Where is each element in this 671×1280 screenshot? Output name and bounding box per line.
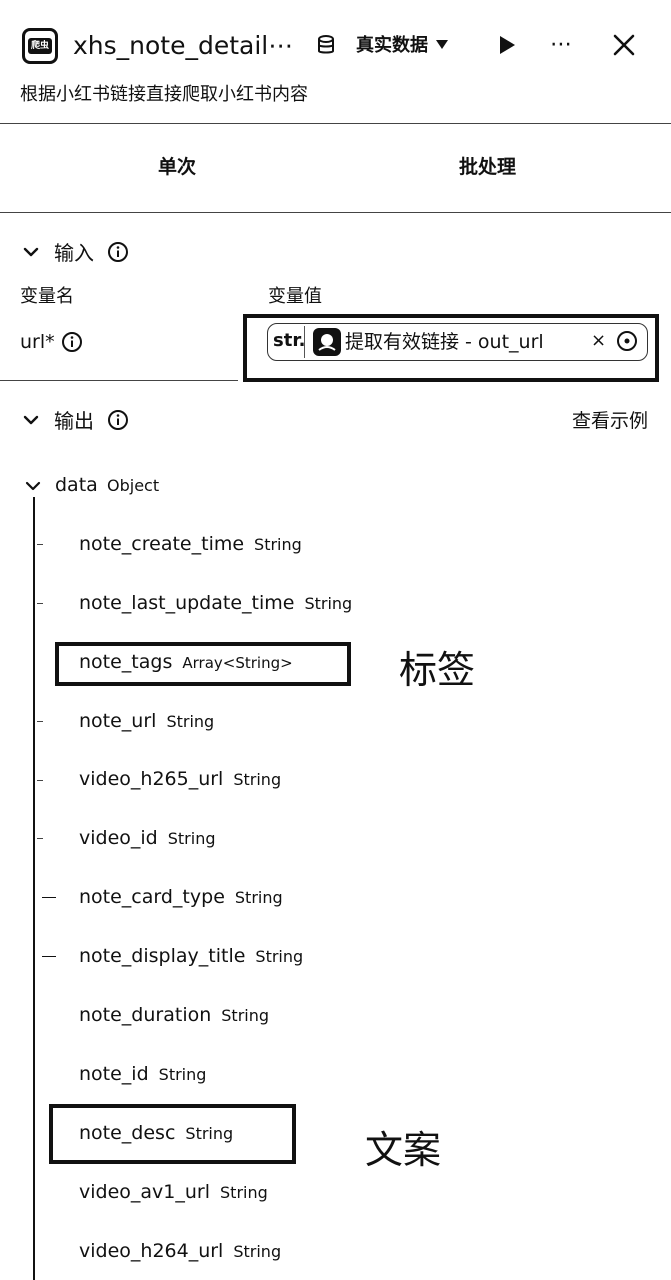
variable-reference: 提取有效链接 - out_url <box>345 331 544 353</box>
chevron-down-icon[interactable] <box>22 411 40 429</box>
field-name: note_url <box>79 710 157 732</box>
annotation-label: 标签 <box>399 648 476 692</box>
chevron-down-icon[interactable] <box>22 243 40 261</box>
tree-connector <box>37 603 43 604</box>
field-type: String <box>167 829 216 848</box>
output-root-name: data <box>55 474 98 496</box>
field-type: String <box>166 712 215 731</box>
output-field: note_url String <box>79 706 214 736</box>
output-field: video_id String <box>79 823 216 853</box>
info-icon[interactable] <box>107 241 129 263</box>
output-field: note_last_update_time String <box>79 588 352 618</box>
field-name: video_av1_url <box>79 1181 211 1203</box>
field-name: note_duration <box>79 1004 212 1026</box>
target-icon[interactable] <box>616 330 638 352</box>
tree-connector <box>37 721 43 722</box>
data-mode-select[interactable]: 真实数据 <box>356 32 448 60</box>
field-name: video_h264_url <box>79 1240 224 1262</box>
column-header-name: 变量名 <box>20 286 74 307</box>
more-icon[interactable]: ⋯ <box>550 33 582 57</box>
output-field: note_create_time String <box>79 529 302 559</box>
field-type: String <box>158 1065 207 1084</box>
output-field: note_tags Array<String> <box>79 647 293 677</box>
field-name: note_desc <box>79 1122 176 1144</box>
output-field: note_id String <box>79 1059 206 1089</box>
header: 爬虫 xhs_note_detail⋯ 真实数据 ⋯ <box>0 0 671 90</box>
field-name: note_create_time <box>79 533 245 555</box>
field-type: String <box>255 947 304 966</box>
divider <box>0 212 671 213</box>
field-name: note_display_title <box>79 945 246 967</box>
tree-connector <box>37 544 43 545</box>
field-type: Array<String> <box>182 654 293 672</box>
output-field: video_h264_url String <box>79 1236 281 1266</box>
tree-line <box>33 497 35 1280</box>
chevron-down-icon[interactable] <box>25 478 41 494</box>
info-icon[interactable] <box>107 409 129 431</box>
field-type: String <box>234 888 283 907</box>
field-type: String <box>221 1006 270 1025</box>
field-name: note_last_update_time <box>79 592 295 614</box>
clear-icon[interactable]: × <box>591 328 606 354</box>
chevron-down-icon <box>436 40 448 49</box>
output-field: note_desc String <box>79 1118 233 1148</box>
column-header-value: 变量值 <box>268 286 322 307</box>
output-field: note_card_type String <box>79 882 283 912</box>
database-icon[interactable] <box>316 34 336 56</box>
data-mode-label: 真实数据 <box>356 35 428 56</box>
output-field: note_duration String <box>79 1000 269 1030</box>
field-name: video_h265_url <box>79 768 224 790</box>
annotation-label: 文案 <box>365 1128 442 1172</box>
view-example-link[interactable]: 查看示例 <box>572 407 648 435</box>
field-name: video_id <box>79 827 158 849</box>
input-section-title: 输入 <box>54 241 94 265</box>
tree-connector <box>37 780 43 781</box>
divider <box>0 380 238 381</box>
field-type: String <box>185 1124 234 1143</box>
field-name: note_card_type <box>79 886 225 908</box>
output-field: video_av1_url String <box>79 1177 268 1207</box>
node-title[interactable]: xhs_note_detail⋯ <box>73 28 293 64</box>
tab-single[interactable]: 单次 <box>158 152 196 182</box>
tree-connector <box>42 897 56 898</box>
info-icon[interactable] <box>61 331 83 353</box>
tab-batch[interactable]: 批处理 <box>459 152 516 182</box>
type-tag: str. <box>273 330 306 351</box>
field-type: String <box>233 1242 282 1261</box>
play-icon[interactable] <box>497 34 517 56</box>
tree-connector <box>42 956 56 957</box>
output-section-title: 输出 <box>54 409 94 433</box>
output-root-type: Object <box>107 476 160 495</box>
close-icon[interactable] <box>612 33 636 57</box>
node-description: 根据小红书链接直接爬取小红书内容 <box>20 84 308 105</box>
output-field: note_display_title String <box>79 941 303 971</box>
field-type: String <box>220 1183 268 1202</box>
output-field: video_h265_url String <box>79 764 281 794</box>
divider <box>304 326 305 358</box>
field-type: String <box>304 594 353 613</box>
field-name: note_tags <box>79 651 173 673</box>
node-reference-icon <box>313 328 341 356</box>
variable-name: url* <box>20 331 55 353</box>
tree-connector <box>37 838 43 839</box>
field-type: String <box>233 770 282 789</box>
app-icon-text: 爬虫 <box>28 38 52 54</box>
field-name: note_id <box>79 1063 149 1085</box>
field-type: String <box>254 535 302 554</box>
app-icon: 爬虫 <box>22 28 58 64</box>
divider <box>0 123 671 124</box>
